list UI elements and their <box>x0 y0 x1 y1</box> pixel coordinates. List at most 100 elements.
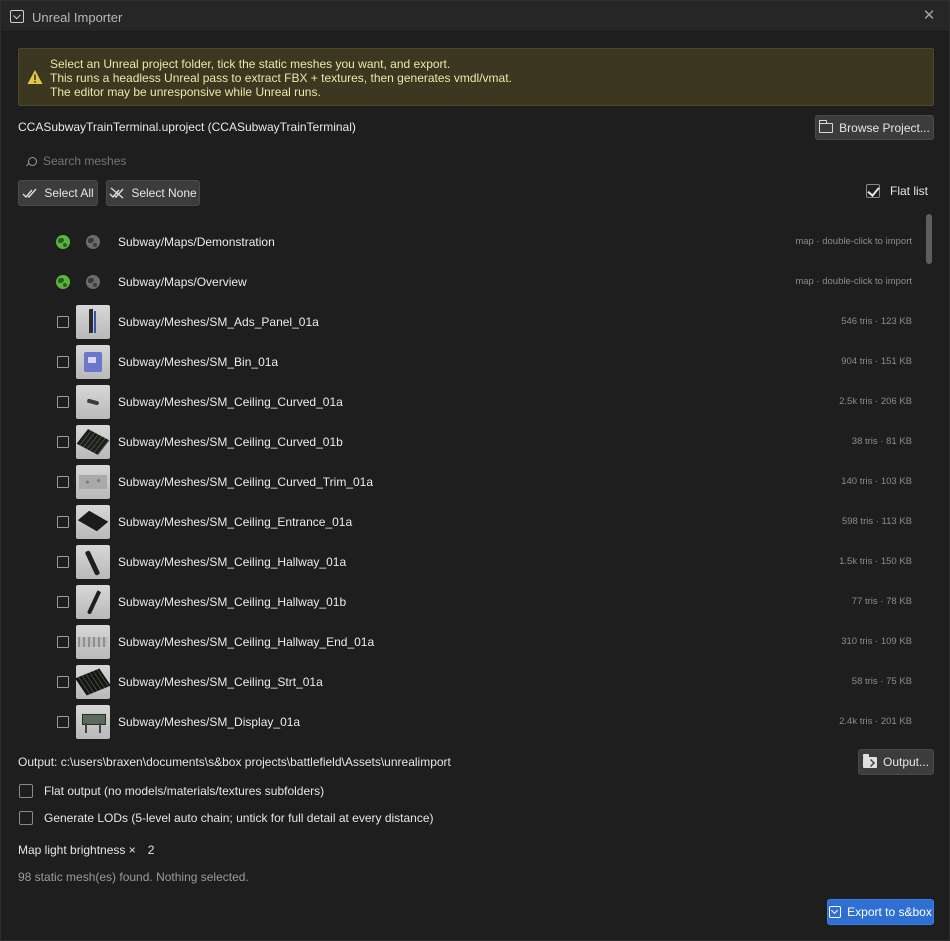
item-info: map · double-click to import <box>795 236 912 247</box>
list-item-mesh[interactable]: Subway/Meshes/SM_Ceiling_Hallway_01a 1.5… <box>18 542 923 582</box>
item-info: 1.5k tris · 150 KB <box>839 556 912 567</box>
output-button-label: Output... <box>882 755 930 769</box>
select-none-label: Select None <box>131 186 197 200</box>
item-info: 310 tris · 109 KB <box>841 636 912 647</box>
list-item-mesh[interactable]: Subway/Meshes/SM_Ceiling_Curved_Trim_01a… <box>18 462 923 502</box>
importer-app-icon <box>10 10 24 23</box>
item-name: Subway/Meshes/SM_Display_01a <box>118 715 301 729</box>
item-info: 140 tris · 103 KB <box>841 476 912 487</box>
select-all-label: Select All <box>44 186 94 200</box>
unreal-importer-window: Unreal Importer ✕ Select an Unreal proje… <box>0 0 950 941</box>
flat-list-label: Flat list <box>890 184 929 198</box>
project-label: CCASubwayTrainTerminal.uproject (CCASubw… <box>18 120 356 134</box>
mesh-checkbox[interactable] <box>57 516 69 528</box>
item-info: 58 tris · 75 KB <box>851 676 912 687</box>
generate-lods-label: Generate LODs (5-level auto chain; untic… <box>44 811 434 825</box>
warning-line-3: The editor may be unresponsive while Unr… <box>50 85 321 99</box>
warning-icon <box>27 70 43 84</box>
mesh-checkbox[interactable] <box>57 636 69 648</box>
item-name: Subway/Meshes/SM_Ceiling_Entrance_01a <box>118 515 353 529</box>
mesh-thumbnail <box>76 345 110 379</box>
close-icon[interactable]: ✕ <box>919 6 939 26</box>
browse-project-button[interactable]: Browse Project... <box>815 115 934 140</box>
search-bar <box>23 152 243 170</box>
export-label: Export to s&box <box>847 905 932 919</box>
mesh-checkbox[interactable] <box>57 716 69 728</box>
item-name: Subway/Meshes/SM_Bin_01a <box>118 355 279 369</box>
flat-list-toggle[interactable]: Flat list <box>866 184 928 198</box>
list-item-mesh[interactable]: Subway/Meshes/SM_Ceiling_Curved_01a 2.5k… <box>18 382 923 422</box>
mesh-checkbox[interactable] <box>57 316 69 328</box>
title-bar: Unreal Importer ✕ <box>1 1 949 32</box>
search-icon <box>28 156 37 166</box>
map-globe-icon <box>56 235 70 249</box>
item-info: 598 tris · 113 KB <box>841 516 912 527</box>
item-info: 77 tris · 78 KB <box>851 596 912 607</box>
list-item-mesh[interactable]: Subway/Meshes/SM_Display_01a 2.4k tris ·… <box>18 702 923 742</box>
flat-output-checkbox[interactable] <box>19 784 33 798</box>
list-item-mesh[interactable]: Subway/Meshes/SM_Ceiling_Hallway_End_01a… <box>18 622 923 662</box>
item-name: Subway/Meshes/SM_Ceiling_Hallway_01a <box>118 555 347 569</box>
mesh-checkbox[interactable] <box>57 356 69 368</box>
select-all-button[interactable]: Select All <box>18 180 98 206</box>
item-info: 2.5k tris · 206 KB <box>839 396 912 407</box>
item-name: Subway/Maps/Demonstration <box>118 235 275 249</box>
generate-lods-option[interactable]: Generate LODs (5-level auto chain; untic… <box>19 811 434 825</box>
brightness-value-field[interactable]: 2 <box>148 843 155 857</box>
item-name: Subway/Maps/Overview <box>118 275 247 289</box>
map-preview-globe-icon <box>86 235 100 249</box>
item-name: Subway/Meshes/SM_Ceiling_Hallway_01b <box>118 595 347 609</box>
flat-list-checkbox[interactable] <box>866 184 880 198</box>
export-button[interactable]: Export to s&box <box>827 899 934 925</box>
mesh-checkbox[interactable] <box>57 556 69 568</box>
item-name: Subway/Meshes/SM_Ceiling_Curved_01b <box>118 435 343 449</box>
mesh-checkbox[interactable] <box>57 476 69 488</box>
mesh-thumbnail <box>76 705 110 739</box>
list-item-map[interactable]: Subway/Maps/Demonstration map · double-c… <box>18 222 923 262</box>
warning-banner: Select an Unreal project folder, tick th… <box>18 48 934 106</box>
output-path-label: Output: c:\users\braxen\documents\s&box … <box>18 755 451 769</box>
generate-lods-checkbox[interactable] <box>19 811 33 825</box>
item-info: 38 tris · 81 KB <box>851 436 912 447</box>
mesh-thumbnail <box>76 465 110 499</box>
output-folder-button[interactable]: Output... <box>858 749 934 775</box>
list-item-mesh[interactable]: Subway/Meshes/SM_Ceiling_Entrance_01a 59… <box>18 502 923 542</box>
mesh-checkbox[interactable] <box>57 396 69 408</box>
mesh-list: Subway/Maps/Demonstration map · double-c… <box>18 222 934 742</box>
flat-output-label: Flat output (no models/materials/texture… <box>44 784 325 798</box>
item-name: Subway/Meshes/SM_Ads_Panel_01a <box>118 315 319 329</box>
list-item-mesh[interactable]: Subway/Meshes/SM_Bin_01a 904 tris · 151 … <box>18 342 923 382</box>
item-name: Subway/Meshes/SM_Ceiling_Curved_01a <box>118 395 343 409</box>
list-item-mesh[interactable]: Subway/Meshes/SM_Ceiling_Curved_01b 38 t… <box>18 422 923 462</box>
map-preview-globe-icon <box>86 275 100 289</box>
list-scrollbar[interactable] <box>926 214 932 264</box>
mesh-checkbox[interactable] <box>57 596 69 608</box>
folder-icon <box>819 119 834 133</box>
mesh-thumbnail <box>76 545 110 579</box>
item-name: Subway/Meshes/SM_Ceiling_Strt_01a <box>118 675 323 689</box>
window-title: Unreal Importer <box>32 10 123 25</box>
select-none-button[interactable]: Select None <box>106 180 200 206</box>
item-info: 904 tris · 151 KB <box>841 356 912 367</box>
mesh-checkbox[interactable] <box>57 436 69 448</box>
brightness-label: Map light brightness × <box>18 843 136 857</box>
mesh-thumbnail <box>76 505 110 539</box>
list-item-mesh[interactable]: Subway/Meshes/SM_Ads_Panel_01a 546 tris … <box>18 302 923 342</box>
mesh-thumbnail <box>76 625 110 659</box>
list-item-map[interactable]: Subway/Maps/Overview map · double-click … <box>18 262 923 302</box>
status-text: 98 static mesh(es) found. Nothing select… <box>18 870 249 884</box>
flat-output-option[interactable]: Flat output (no models/materials/texture… <box>19 784 324 798</box>
warning-line-1: Select an Unreal project folder, tick th… <box>50 57 451 71</box>
item-info: map · double-click to import <box>795 276 912 287</box>
browse-project-label: Browse Project... <box>839 120 930 135</box>
mesh-thumbnail <box>76 385 110 419</box>
list-item-mesh[interactable]: Subway/Meshes/SM_Ceiling_Hallway_01b 77 … <box>18 582 923 622</box>
item-name: Subway/Meshes/SM_Ceiling_Curved_Trim_01a <box>118 475 374 489</box>
output-folder-icon <box>862 753 877 768</box>
map-globe-icon <box>56 275 70 289</box>
map-light-brightness: Map light brightness × 2 <box>18 843 154 857</box>
item-info: 2.4k tris · 201 KB <box>839 716 912 727</box>
search-input[interactable] <box>43 154 243 168</box>
list-item-mesh[interactable]: Subway/Meshes/SM_Ceiling_Strt_01a 58 tri… <box>18 662 923 702</box>
mesh-checkbox[interactable] <box>57 676 69 688</box>
